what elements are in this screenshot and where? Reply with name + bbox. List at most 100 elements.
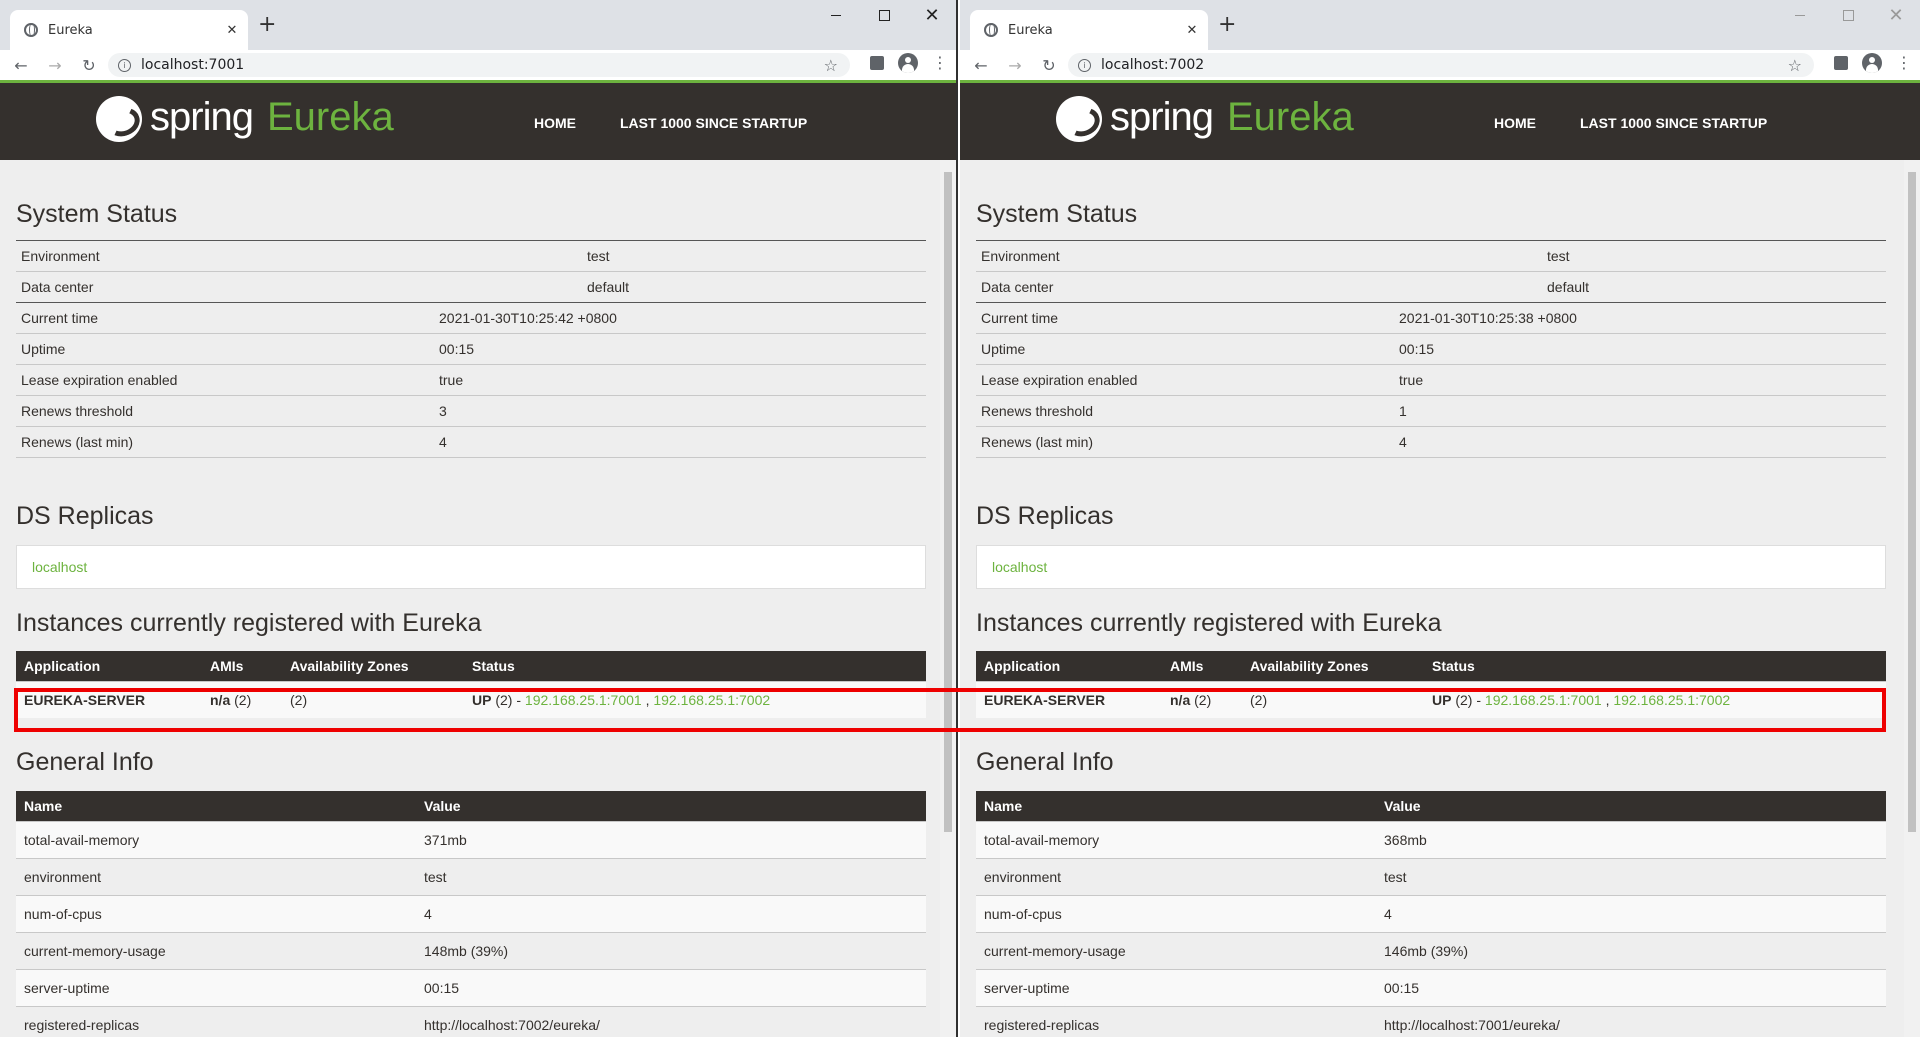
- general-info-header-row: Name Value: [976, 791, 1886, 822]
- replica-link[interactable]: localhost: [992, 559, 1047, 575]
- system-status-table-2: Current time 2021-01-30T10:25:38 +0800 Upt…: [976, 302, 1886, 458]
- row-value: default: [582, 271, 926, 303]
- column-header: Value: [416, 791, 926, 822]
- tab-title: Eureka: [1008, 22, 1053, 38]
- page-scrollbar[interactable]: [1904, 160, 1920, 1037]
- table-row: total-avail-memory 371mb: [16, 821, 926, 859]
- row-label: Renews threshold: [16, 395, 434, 427]
- row-label: server-uptime: [16, 969, 416, 1007]
- row-label: Lease expiration enabled: [16, 364, 434, 396]
- close-window-icon[interactable]: ✕: [1872, 0, 1920, 30]
- tab-title: Eureka: [48, 22, 93, 38]
- table-row: registered-replicas http://localhost:7001…: [976, 1006, 1886, 1037]
- row-value: 2021-01-30T10:25:42 +0800: [434, 302, 926, 334]
- highlight-box: [14, 688, 1886, 732]
- logo-spring-text: spring: [1110, 95, 1214, 139]
- browser-tab[interactable]: Eureka ✕: [970, 10, 1208, 50]
- row-label: num-of-cpus: [16, 895, 416, 933]
- table-row: Uptime 00:15: [976, 333, 1886, 365]
- close-tab-icon[interactable]: ✕: [222, 23, 242, 38]
- column-header: Availability Zones: [1242, 651, 1424, 682]
- logo-spring-text: spring: [150, 95, 254, 139]
- row-label: Current time: [16, 302, 434, 334]
- column-header: Status: [1424, 651, 1886, 682]
- arrow-right-icon[interactable]: →: [42, 56, 68, 75]
- close-window-icon[interactable]: ✕: [908, 0, 956, 30]
- browser-tab[interactable]: Eureka ✕: [10, 10, 248, 50]
- info-icon[interactable]: i: [118, 58, 131, 72]
- reload-icon[interactable]: ↻: [1036, 56, 1062, 75]
- kebab-menu-icon[interactable]: ⋮: [932, 55, 948, 71]
- row-label: server-uptime: [976, 969, 1376, 1007]
- new-tab-icon[interactable]: +: [1218, 14, 1236, 36]
- minimize-icon[interactable]: [812, 0, 860, 30]
- row-label: registered-replicas: [16, 1006, 416, 1037]
- row-label: Uptime: [976, 333, 1394, 365]
- table-row: Renews (last min) 4: [976, 426, 1886, 458]
- row-label: Renews (last min): [16, 426, 434, 458]
- browser-window-right: Eureka ✕ + ✕ ← → ↻ i localhost:7002 ☆ ⋮ …: [960, 0, 1920, 1037]
- globe-icon: [984, 23, 998, 37]
- column-header: Application: [16, 651, 202, 682]
- ds-replicas-box: localhost: [976, 545, 1886, 589]
- info-icon[interactable]: i: [1078, 58, 1091, 72]
- puzzle-icon[interactable]: [1834, 56, 1848, 70]
- row-value: 00:15: [1394, 333, 1886, 365]
- row-label: Uptime: [16, 333, 434, 365]
- close-tab-icon[interactable]: ✕: [1182, 23, 1202, 38]
- row-value: 148mb (39%): [416, 932, 926, 970]
- table-row: Renews threshold 1: [976, 395, 1886, 427]
- maximize-icon[interactable]: [860, 0, 908, 30]
- table-row: registered-replicas http://localhost:7002…: [16, 1006, 926, 1037]
- row-value: 371mb: [416, 821, 926, 859]
- instances-header-row: Application AMIs Availability Zones Status: [16, 651, 926, 682]
- table-row: server-uptime 00:15: [16, 969, 926, 1007]
- globe-icon: [24, 23, 38, 37]
- nav-last-1000-link[interactable]: LAST 1000 SINCE STARTUP: [1580, 115, 1767, 131]
- page-scrollbar[interactable]: [940, 160, 956, 1037]
- logo-eureka-text: Eureka: [267, 95, 394, 139]
- url-text[interactable]: localhost:7001: [141, 57, 824, 73]
- star-icon[interactable]: ☆: [824, 56, 838, 75]
- arrow-left-icon[interactable]: ←: [968, 56, 994, 75]
- table-row: Data center default: [16, 271, 926, 303]
- table-row: num-of-cpus 4: [16, 895, 926, 933]
- window-controls: ✕: [812, 0, 956, 30]
- nav-last-1000-link[interactable]: LAST 1000 SINCE STARTUP: [620, 115, 807, 131]
- address-bar[interactable]: i localhost:7001 ☆: [108, 53, 850, 77]
- replica-link[interactable]: localhost: [32, 559, 87, 575]
- puzzle-icon[interactable]: [870, 56, 884, 70]
- column-header: Name: [976, 791, 1376, 822]
- avatar-icon[interactable]: [1862, 53, 1882, 73]
- row-value: test: [1542, 240, 1886, 272]
- minimize-icon[interactable]: [1776, 0, 1824, 30]
- row-value: 00:15: [416, 969, 926, 1007]
- address-bar[interactable]: i localhost:7002 ☆: [1068, 53, 1814, 77]
- row-value: http://localhost:7001/eureka/: [1376, 1006, 1886, 1037]
- row-value: 1: [1394, 395, 1886, 427]
- maximize-icon[interactable]: [1824, 0, 1872, 30]
- kebab-menu-icon[interactable]: ⋮: [1896, 55, 1912, 71]
- row-value: 00:15: [434, 333, 926, 365]
- instances-title: Instances currently registered with Eure…: [16, 609, 482, 637]
- table-row: Data center default: [976, 271, 1886, 303]
- url-text[interactable]: localhost:7002: [1101, 57, 1788, 73]
- system-status-title: System Status: [976, 200, 1138, 228]
- star-icon[interactable]: ☆: [1788, 56, 1802, 75]
- arrow-right-icon[interactable]: →: [1002, 56, 1028, 75]
- new-tab-icon[interactable]: +: [258, 14, 276, 36]
- spring-leaf-logo-icon: [1056, 96, 1102, 142]
- column-header: AMIs: [202, 651, 282, 682]
- nav-home-link[interactable]: HOME: [534, 115, 576, 131]
- eureka-header: spring Eureka HOME LAST 1000 SINCE START…: [960, 83, 1920, 160]
- column-header: Availability Zones: [282, 651, 464, 682]
- column-header: Value: [1376, 791, 1886, 822]
- arrow-left-icon[interactable]: ←: [8, 56, 34, 75]
- reload-icon[interactable]: ↻: [76, 56, 102, 75]
- avatar-icon[interactable]: [898, 53, 918, 73]
- row-label: environment: [976, 858, 1376, 896]
- nav-home-link[interactable]: HOME: [1494, 115, 1536, 131]
- system-status-table-1: Environment test Data center default: [976, 240, 1886, 303]
- row-value: 146mb (39%): [1376, 932, 1886, 970]
- row-value: true: [1394, 364, 1886, 396]
